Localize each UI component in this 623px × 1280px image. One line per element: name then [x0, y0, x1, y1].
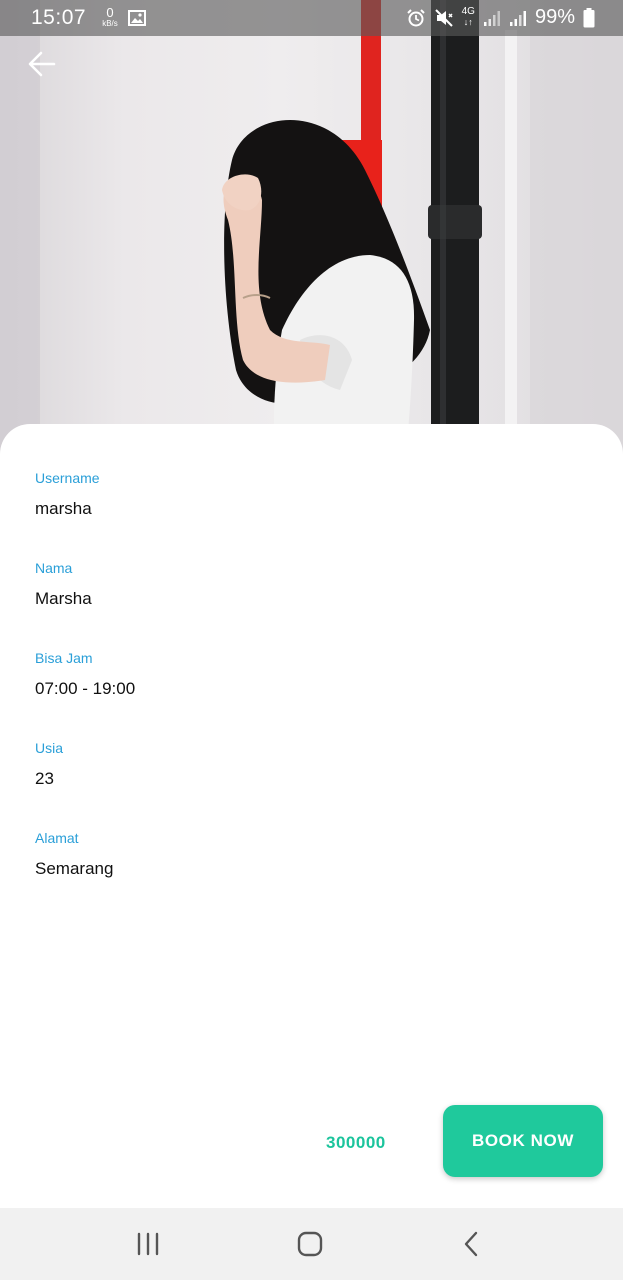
network-type-icon: 4G ↓↑: [461, 6, 475, 28]
status-time: 15:07: [31, 6, 87, 29]
field-usia-label: Usia: [35, 740, 64, 756]
field-nama-value: Marsha: [35, 589, 92, 608]
profile-photo-illustration: [0, 0, 623, 460]
field-nama: Nama Marsha: [35, 560, 92, 609]
arrow-left-icon: [28, 51, 56, 77]
alarm-icon: [406, 8, 426, 28]
field-username-value: marsha: [35, 499, 92, 518]
data-speed-unit: kB/s: [102, 19, 118, 28]
status-bar: 15:07 0 kB/s 4G ↓↑ 99%: [0, 0, 623, 36]
field-nama-label: Nama: [35, 560, 73, 576]
detail-screen: 15:07 0 kB/s 4G ↓↑ 99% Username marsha N…: [0, 0, 623, 1280]
field-bisa-jam: Bisa Jam 07:00 - 19:00: [35, 650, 135, 699]
chevron-left-icon: [464, 1231, 478, 1257]
profile-photo: [0, 0, 623, 460]
data-speed-indicator: 0 kB/s: [99, 6, 121, 28]
field-usia: Usia 23: [35, 740, 63, 789]
mute-icon: [434, 8, 454, 28]
field-bisa-jam-label: Bisa Jam: [35, 650, 93, 666]
field-username-label: Username: [35, 470, 100, 486]
status-icons: 4G ↓↑ 99%: [406, 6, 595, 29]
signal-icon-2: [509, 9, 527, 27]
field-bisa-jam-value: 07:00 - 19:00: [35, 679, 136, 698]
battery-icon: [583, 7, 595, 28]
back-button[interactable]: [24, 46, 60, 82]
gallery-icon: [128, 10, 146, 31]
battery-percentage: 99%: [534, 6, 575, 28]
book-now-button[interactable]: BOOK NOW: [443, 1105, 603, 1177]
recents-icon: [137, 1232, 159, 1256]
field-alamat: Alamat Semarang: [35, 830, 113, 879]
field-alamat-value: Semarang: [35, 859, 114, 878]
data-speed-value: 0: [106, 5, 114, 20]
home-icon: [297, 1231, 323, 1257]
field-alamat-label: Alamat: [35, 830, 79, 846]
system-nav-bar: [0, 1208, 623, 1280]
nav-back-button[interactable]: [456, 1228, 488, 1260]
field-username: Username marsha: [35, 470, 100, 519]
nav-home-button[interactable]: [294, 1228, 326, 1260]
network-type-label: 4G: [461, 6, 475, 17]
signal-icon-1: [483, 9, 501, 27]
field-usia-value: 23: [35, 769, 54, 788]
price-label: 300000: [326, 1133, 386, 1152]
detail-sheet: Username marsha Nama Marsha Bisa Jam 07:…: [0, 424, 623, 1208]
nav-recents-button[interactable]: [132, 1228, 164, 1260]
